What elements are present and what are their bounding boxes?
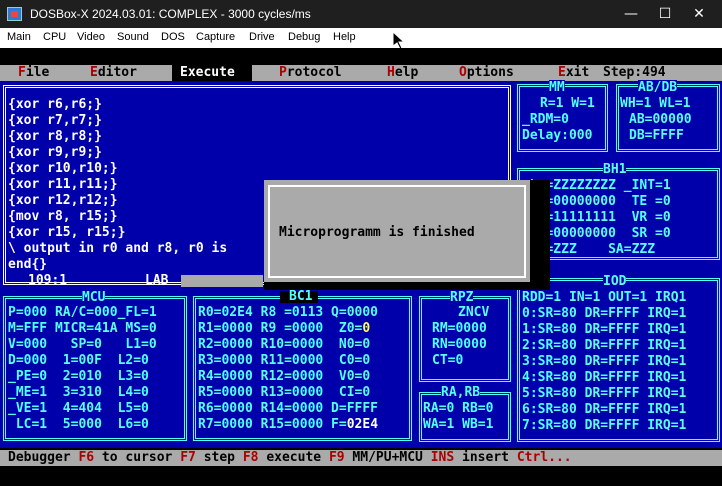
key-ctrl[interactable]: Ctrl... [517, 450, 572, 465]
bc1-value: R3=0000 R11=0000 C0=0 [198, 353, 371, 368]
mcu-value: LC=1 5=000 L6=0 [8, 417, 149, 432]
code-line: {xor r12,r12;} [8, 193, 118, 208]
code-line: {xor r11,r11;} [8, 177, 118, 192]
horizontal-scrollbar[interactable] [181, 275, 263, 287]
mcu-value: D=000 1=00F L2=0 [8, 353, 149, 368]
dosbox-icon [7, 7, 22, 21]
mcu-value: V=000 SP=0 L1=0 [8, 337, 157, 352]
code-line: end{} [8, 257, 48, 272]
abdb-value: AB=00000 [629, 112, 692, 127]
key-f7[interactable]: F7 [180, 450, 196, 465]
bc1-value: R2=0000 R10=0000 N0=0 [198, 337, 371, 352]
rpz-title: RPZ [450, 290, 474, 306]
mm-value: R=1 W=1 [540, 96, 595, 111]
iod-row: 6:SR=80 DR=FFFF IRQ=1 [522, 402, 687, 417]
menu-drive[interactable]: Drive [249, 31, 275, 43]
code-line: {xor r9,r9;} [8, 145, 102, 160]
mcu-value: P=000 RA/C=000_FL=1 [8, 305, 157, 320]
host-menubar: Main CPU Video Sound DOS Capture Drive D… [0, 28, 722, 50]
key-f6[interactable]: F6 [78, 450, 94, 465]
rarb-value: WA=1 WB=1 [423, 417, 494, 432]
menu-main[interactable]: Main [7, 31, 31, 43]
mcu-value: _PE=0 2=010 L3=0 [8, 369, 149, 384]
key-ins[interactable]: INS [431, 450, 454, 465]
key-f8[interactable]: F8 [243, 450, 259, 465]
bc1-value: R1=0000 R9 =0000 Z0=0 [198, 321, 371, 336]
status-bar-text: Debugger F6 to cursor F7 step F8 execute… [8, 450, 572, 465]
bc1-value: R7=0000 R15=0000 F=02E4 [198, 417, 379, 432]
dos-screen: File Editor Execute Protocol Help Option… [0, 48, 722, 486]
menu-sound[interactable]: Sound [117, 31, 149, 43]
code-line: {mov r8, r15;} [8, 209, 118, 224]
menu-editor[interactable]: Editor [90, 65, 137, 81]
menu-help[interactable]: Help [333, 31, 356, 43]
bh1-title: BH1 [603, 162, 627, 178]
menu-debug[interactable]: Debug [288, 31, 320, 43]
mm-value: Delay:000 [522, 128, 593, 143]
iod-title: IOD [603, 274, 627, 290]
rpz-value: CT=0 [432, 353, 464, 368]
menu-help-dos[interactable]: Help [387, 65, 418, 81]
menu-options[interactable]: Options [459, 65, 514, 81]
iod-header: RDD=1 IN=1 OUT=1 IRQ1 [522, 290, 687, 305]
mm-value: _RDM=0 [522, 112, 569, 127]
rarb-value: RA=0 RB=0 [423, 401, 494, 416]
iod-row: 4:SR=80 DR=FFFF IRQ=1 [522, 370, 687, 385]
menu-exit[interactable]: Exit [558, 65, 589, 81]
rpz-value: RN=0000 [432, 337, 487, 352]
dialog-message: Microprogramm is finished [279, 225, 475, 240]
window-titlebar: DOSBox-X 2024.03.01: COMPLEX - 3000 cycl… [0, 0, 722, 28]
rpz-value: ZNCV [458, 305, 490, 320]
mcu-value: M=FFF MICR=41A MS=0 [8, 321, 157, 336]
iod-row: 2:SR=80 DR=FFFF IRQ=1 [522, 338, 687, 353]
menu-video[interactable]: Video [77, 31, 105, 43]
iod-row: 1:SR=80 DR=FFFF IRQ=1 [522, 322, 687, 337]
bc1-title: BC1 [289, 289, 313, 304]
mcu-title: MCU [82, 290, 106, 306]
iod-row: 0:SR=80 DR=FFFF IRQ=1 [522, 306, 687, 321]
code-line: {xor r7,r7;} [8, 113, 102, 128]
close-button[interactable]: ✕ [676, 0, 722, 28]
menu-dos[interactable]: DOS [161, 31, 185, 43]
abdb-title: AB/DB [638, 80, 678, 96]
code-line: {xor r8,r8;} [8, 129, 102, 144]
menu-capture[interactable]: Capture [196, 31, 235, 43]
abdb-value: WH=1 WL=1 [620, 96, 691, 111]
mm-title: MM [549, 80, 565, 96]
iod-row: 3:SR=80 DR=FFFF IRQ=1 [522, 354, 687, 369]
rarb-title: RA,RB [441, 385, 481, 401]
bc1-value: R5=0000 R13=0000 CI=0 [198, 385, 371, 400]
f-value: 02E4 [346, 417, 379, 432]
code-line: {xor r6,r6;} [8, 97, 102, 112]
key-f9[interactable]: F9 [329, 450, 345, 465]
step-counter: Step:494 [603, 65, 666, 80]
menu-cpu[interactable]: CPU [43, 31, 66, 43]
abdb-value: DB=FFFF [629, 128, 684, 143]
mcu-value: _ME=1 3=310 L4=0 [8, 385, 149, 400]
code-line: \ output in r0 and r8, r0 is [8, 241, 228, 256]
menu-execute[interactable]: Execute [180, 65, 235, 81]
iod-row: 7:SR=80 DR=FFFF IRQ=1 [522, 418, 687, 433]
window-title: DOSBox-X 2024.03.01: COMPLEX - 3000 cycl… [30, 7, 311, 21]
bc1-value: R6=0000 R14=0000 D=FFFF [198, 401, 379, 416]
menu-protocol[interactable]: Protocol [279, 65, 342, 81]
rpz-value: RM=0000 [432, 321, 487, 336]
z0-value: 0 [362, 321, 371, 336]
code-line: {xor r10,r10;} [8, 161, 118, 176]
iod-row: 5:SR=80 DR=FFFF IRQ=1 [522, 386, 687, 401]
bc1-value: R4=0000 R12=0000 V0=0 [198, 369, 371, 384]
bc1-value: R0=02E4 R8 =0113 Q=0000 [198, 305, 379, 320]
mcu-value: _VE=1 4=404 L5=0 [8, 401, 149, 416]
code-line: {xor r15, r15;} [8, 225, 126, 240]
menu-file[interactable]: File [18, 65, 49, 81]
